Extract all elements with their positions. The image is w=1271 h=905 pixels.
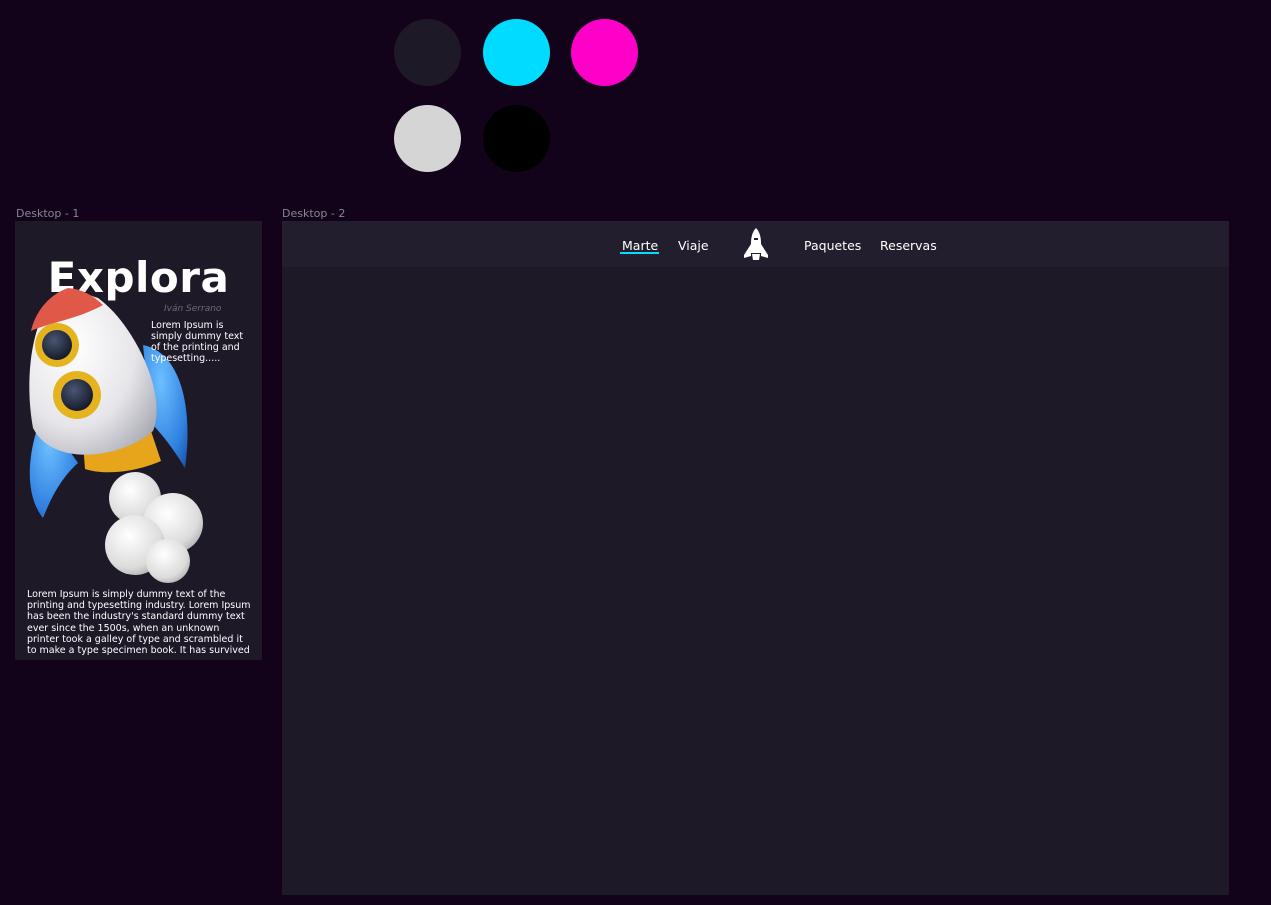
- swatch-cyan[interactable]: [483, 19, 550, 86]
- space-shuttle-icon[interactable]: [742, 227, 770, 261]
- nav-item-viaje[interactable]: Viaje: [678, 238, 709, 253]
- desktop-1-frame[interactable]: Explora Iván Serrano Lorem Ipsum is simp…: [15, 221, 262, 660]
- navbar: Marte Viaje Paquetes Reservas: [282, 221, 1229, 267]
- swatch-magenta[interactable]: [571, 19, 638, 86]
- swatch-black[interactable]: [483, 105, 550, 172]
- nav-item-reservas[interactable]: Reservas: [880, 238, 937, 253]
- body-text: Lorem Ipsum is simply dummy text of the …: [27, 589, 251, 657]
- intro-text: Lorem Ipsum is simply dummy text of the …: [151, 320, 244, 364]
- author-name: Iván Serrano: [164, 304, 222, 314]
- frame-label-desktop-1[interactable]: Desktop - 1: [16, 207, 79, 220]
- swatch-dark[interactable]: [394, 19, 461, 86]
- desktop-2-frame[interactable]: Marte Viaje Paquetes Reservas: [282, 221, 1229, 895]
- nav-item-paquetes[interactable]: Paquetes: [804, 238, 861, 253]
- frame-label-desktop-2[interactable]: Desktop - 2: [282, 207, 345, 220]
- nav-item-marte[interactable]: Marte: [622, 238, 658, 253]
- swatch-light-gray[interactable]: [394, 105, 461, 172]
- nav-active-indicator: [620, 252, 659, 254]
